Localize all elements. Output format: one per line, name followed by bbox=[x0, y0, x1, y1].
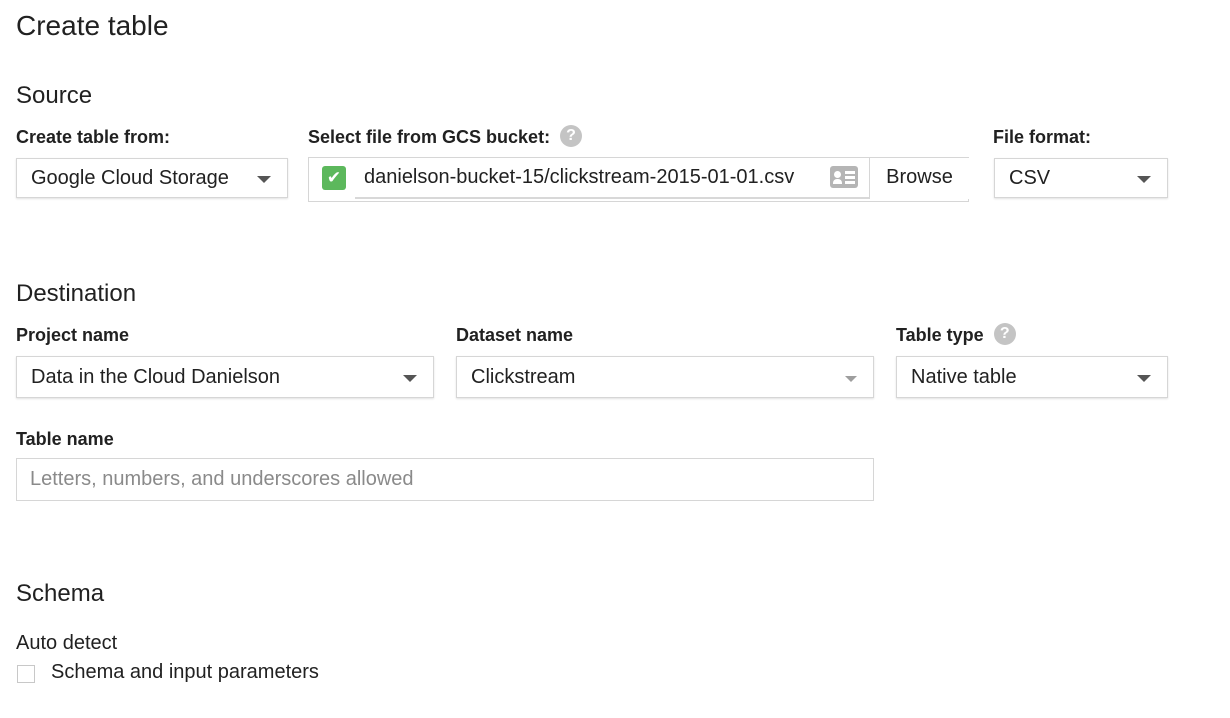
dataset-name-value: Clickstream bbox=[471, 366, 576, 388]
gcs-file-label: Select file from GCS bucket:? bbox=[308, 125, 583, 149]
project-name-value: Data in the Cloud Danielson bbox=[31, 366, 281, 388]
auto-detect-checkbox[interactable] bbox=[17, 665, 35, 683]
dataset-name-label: Dataset name bbox=[456, 325, 574, 345]
gcs-path-input[interactable]: danielson-bucket-15/clickstream-2015-01-… bbox=[355, 158, 869, 199]
help-circle-icon[interactable]: ? bbox=[560, 125, 583, 148]
destination-section-title: Destination bbox=[16, 280, 137, 307]
chevron-down-icon bbox=[257, 176, 271, 183]
table-name-label: Table name bbox=[16, 429, 114, 449]
dataset-name-select[interactable]: Clickstream bbox=[456, 356, 874, 398]
checkmark-icon: ✔ bbox=[322, 166, 346, 190]
file-details-icon[interactable] bbox=[830, 166, 858, 188]
project-name-label: Project name bbox=[16, 325, 130, 345]
browse-button[interactable]: Browse bbox=[869, 158, 969, 199]
gcs-file-picker: ✔ danielson-bucket-15/clickstream-2015-0… bbox=[308, 157, 969, 202]
create-from-select[interactable]: Google Cloud Storage bbox=[16, 158, 288, 198]
schema-section-title: Schema bbox=[16, 580, 105, 607]
table-type-value: Native table bbox=[911, 366, 1017, 388]
chevron-down-icon bbox=[845, 376, 857, 382]
auto-detect-option-label[interactable]: Schema and input parameters bbox=[51, 661, 319, 684]
file-format-label: File format: bbox=[993, 127, 1092, 147]
project-name-select[interactable]: Data in the Cloud Danielson bbox=[16, 356, 434, 398]
chevron-down-icon bbox=[1137, 176, 1151, 183]
source-section-title: Source bbox=[16, 82, 93, 109]
table-type-select[interactable]: Native table bbox=[896, 356, 1168, 398]
create-from-label: Create table from: bbox=[16, 127, 171, 147]
table-name-input[interactable] bbox=[16, 458, 874, 501]
table-type-label: Table type? bbox=[896, 323, 1016, 347]
help-circle-icon[interactable]: ? bbox=[993, 323, 1016, 346]
file-format-value: CSV bbox=[1009, 167, 1051, 189]
chevron-down-icon bbox=[403, 375, 417, 382]
page-title: Create table bbox=[16, 10, 169, 41]
table-type-label-text: Table type bbox=[896, 325, 984, 345]
auto-detect-label: Auto detect bbox=[16, 632, 118, 654]
chevron-down-icon bbox=[1137, 375, 1151, 382]
gcs-file-label-text: Select file from GCS bucket: bbox=[308, 127, 551, 147]
create-from-value: Google Cloud Storage bbox=[31, 167, 229, 189]
file-format-select[interactable]: CSV bbox=[994, 158, 1168, 198]
